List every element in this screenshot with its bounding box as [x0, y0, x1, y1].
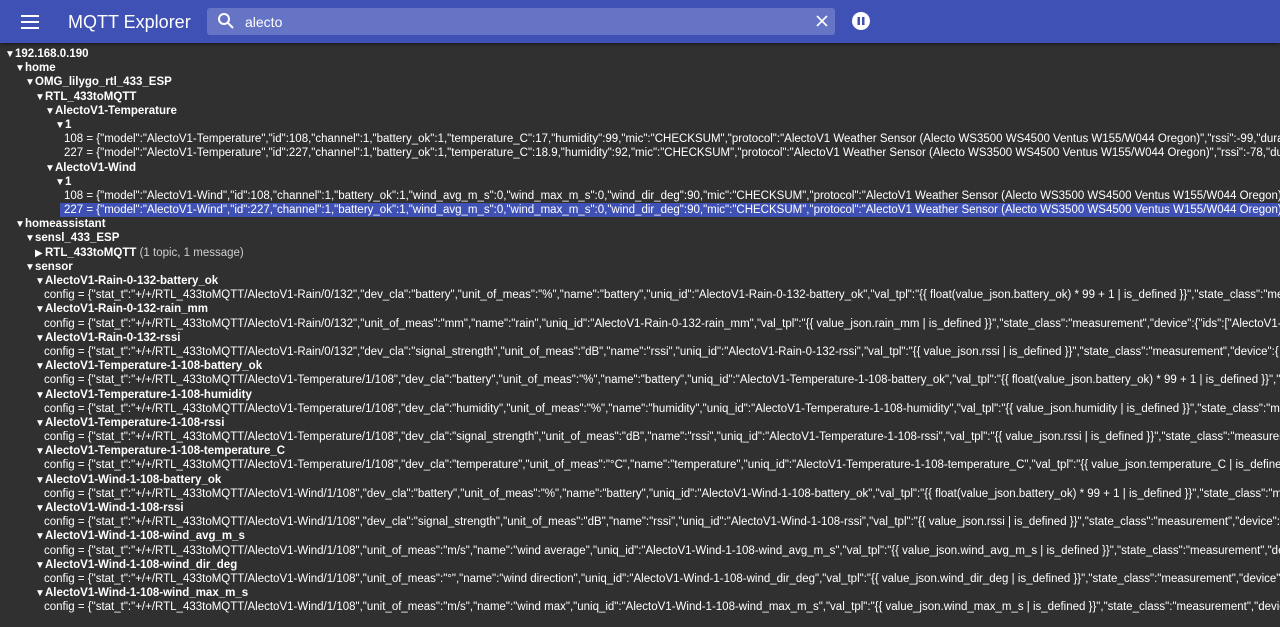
chevron-down-icon[interactable]: ▼ — [35, 559, 45, 572]
search-box — [207, 8, 835, 35]
chevron-down-icon[interactable]: ▼ — [25, 232, 35, 245]
config-row[interactable]: config = {"stat_t":"+/+/RTL_433toMQTT/Al… — [0, 458, 1280, 472]
chevron-down-icon[interactable]: ▼ — [55, 176, 65, 189]
tree-node-config[interactable]: ▼AlectoV1-Temperature-1-108-battery_ok — [0, 359, 1280, 373]
chevron-down-icon[interactable]: ▼ — [55, 119, 65, 132]
tree-node-temperature[interactable]: ▼AlectoV1-Temperature — [0, 104, 1280, 118]
config-row[interactable]: config = {"stat_t":"+/+/RTL_433toMQTT/Al… — [0, 373, 1280, 387]
config-row[interactable]: config = {"stat_t":"+/+/RTL_433toMQTT/Al… — [0, 317, 1280, 331]
chevron-down-icon[interactable]: ▼ — [35, 275, 45, 288]
chevron-down-icon[interactable]: ▼ — [25, 76, 35, 89]
tree-node-config[interactable]: ▼AlectoV1-Rain-0-132-rssi — [0, 331, 1280, 345]
tree-node-config[interactable]: ▼AlectoV1-Wind-1-108-wind_avg_m_s — [0, 529, 1280, 543]
tree-node-config[interactable]: ▼AlectoV1-Temperature-1-108-rssi — [0, 416, 1280, 430]
tree-node-sensl[interactable]: ▼sensl_433_ESP — [0, 231, 1280, 245]
app-title: MQTT Explorer — [68, 12, 191, 32]
message-row[interactable]: 108 = {"model":"AlectoV1-Wind","id":108,… — [0, 189, 1280, 203]
tree-node-config[interactable]: ▼AlectoV1-Temperature-1-108-temperature_… — [0, 444, 1280, 458]
config-row[interactable]: config = {"stat_t":"+/+/RTL_433toMQTT/Al… — [0, 600, 1280, 614]
chevron-down-icon[interactable]: ▼ — [35, 303, 45, 316]
tree-node-config[interactable]: ▼AlectoV1-Temperature-1-108-humidity — [0, 388, 1280, 402]
chevron-down-icon[interactable]: ▼ — [35, 389, 45, 402]
config-row[interactable]: config = {"stat_t":"+/+/RTL_433toMQTT/Al… — [0, 345, 1280, 359]
tree-node-omg[interactable]: ▼OMG_lilygo_rtl_433_ESP — [0, 75, 1280, 89]
config-row[interactable]: config = {"stat_t":"+/+/RTL_433toMQTT/Al… — [0, 402, 1280, 416]
config-row[interactable]: config = {"stat_t":"+/+/RTL_433toMQTT/Al… — [0, 515, 1280, 529]
tree-node-wind-channel[interactable]: ▼1 — [0, 175, 1280, 189]
config-row[interactable]: config = {"stat_t":"+/+/RTL_433toMQTT/Al… — [0, 572, 1280, 586]
tree-node-config[interactable]: ▼AlectoV1-Rain-0-132-rain_mm — [0, 302, 1280, 316]
chevron-down-icon[interactable]: ▼ — [15, 218, 25, 231]
chevron-down-icon[interactable]: ▼ — [45, 105, 55, 118]
menu-icon[interactable] — [18, 10, 42, 34]
search-input[interactable] — [245, 11, 805, 32]
close-icon[interactable] — [816, 14, 830, 28]
message-row[interactable]: 108 = {"model":"AlectoV1-Temperature","i… — [0, 132, 1280, 146]
tree-node-collapsed-rtl[interactable]: ▶ RTL_433toMQTT (1 topic, 1 message) — [0, 246, 1280, 260]
chevron-down-icon[interactable]: ▼ — [45, 162, 55, 175]
tree-node-broker[interactable]: ▼192.168.0.190 — [0, 47, 1280, 61]
pause-icon[interactable] — [852, 12, 870, 30]
app-bar: MQTT Explorer — [0, 0, 1280, 43]
config-row[interactable]: config = {"stat_t":"+/+/RTL_433toMQTT/Al… — [0, 487, 1280, 501]
chevron-right-icon[interactable]: ▶ — [35, 247, 45, 260]
tree-node-config[interactable]: ▼AlectoV1-Wind-1-108-rssi — [0, 501, 1280, 515]
chevron-down-icon[interactable]: ▼ — [15, 62, 25, 75]
tree-node-rtl[interactable]: ▼RTL_433toMQTT — [0, 90, 1280, 104]
chevron-down-icon[interactable]: ▼ — [35, 332, 45, 345]
chevron-down-icon[interactable]: ▼ — [35, 474, 45, 487]
search-icon — [217, 12, 235, 30]
chevron-down-icon[interactable]: ▼ — [5, 48, 15, 61]
config-row[interactable]: config = {"stat_t":"+/+/RTL_433toMQTT/Al… — [0, 544, 1280, 558]
tree-node-config[interactable]: ▼AlectoV1-Wind-1-108-wind_max_m_s — [0, 586, 1280, 600]
config-row[interactable]: config = {"stat_t":"+/+/RTL_433toMQTT/Al… — [0, 288, 1280, 302]
tree-node-homeassistant[interactable]: ▼homeassistant — [0, 217, 1280, 231]
chevron-down-icon[interactable]: ▼ — [35, 587, 45, 600]
chevron-down-icon[interactable]: ▼ — [35, 417, 45, 430]
tree-node-home[interactable]: ▼home — [0, 61, 1280, 75]
tree-node-sensor[interactable]: ▼sensor — [0, 260, 1280, 274]
message-row[interactable]: 227 = {"model":"AlectoV1-Temperature","i… — [0, 146, 1280, 160]
topic-tree: ▼192.168.0.190 ▼home ▼OMG_lilygo_rtl_433… — [0, 47, 1280, 627]
config-row[interactable]: config = {"stat_t":"+/+/RTL_433toMQTT/Al… — [0, 430, 1280, 444]
tree-node-config[interactable]: ▼AlectoV1-Rain-0-132-battery_ok — [0, 274, 1280, 288]
tree-node-config[interactable]: ▼AlectoV1-Wind-1-108-battery_ok — [0, 473, 1280, 487]
chevron-down-icon[interactable]: ▼ — [35, 91, 45, 104]
chevron-down-icon[interactable]: ▼ — [35, 530, 45, 543]
chevron-down-icon[interactable]: ▼ — [35, 445, 45, 458]
tree-node-wind[interactable]: ▼AlectoV1-Wind — [0, 161, 1280, 175]
chevron-down-icon[interactable]: ▼ — [25, 261, 35, 274]
chevron-down-icon[interactable]: ▼ — [35, 360, 45, 373]
message-row-selected[interactable]: 227 = {"model":"AlectoV1-Wind","id":227,… — [0, 203, 1280, 218]
tree-node-temp-channel[interactable]: ▼1 — [0, 118, 1280, 132]
chevron-down-icon[interactable]: ▼ — [35, 502, 45, 515]
tree-node-config[interactable]: ▼AlectoV1-Wind-1-108-wind_dir_deg — [0, 558, 1280, 572]
